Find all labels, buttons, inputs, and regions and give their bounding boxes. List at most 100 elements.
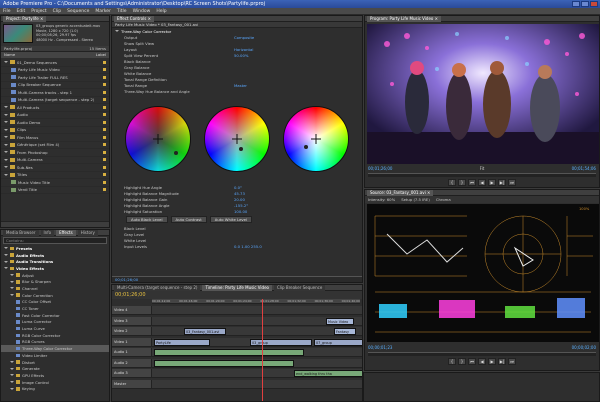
track-header[interactable]: Audio 2 xyxy=(112,358,152,367)
video-clip[interactable]: 03_Fantasy_001.avi xyxy=(184,328,226,335)
effect-controls-timecode[interactable]: 00;01;26;00 xyxy=(112,276,362,282)
effects-list-item[interactable]: Color Correction xyxy=(1,292,109,299)
clip-thumbnail[interactable] xyxy=(3,24,33,43)
tab-media-browser[interactable]: Media Browser xyxy=(3,230,39,236)
expand-triangle-icon[interactable] xyxy=(10,274,14,277)
menu-marker[interactable]: Marker xyxy=(95,8,111,14)
project-list-item[interactable]: Party Life Music Video xyxy=(1,67,109,74)
chroma-checkbox[interactable]: Chroma xyxy=(436,197,451,202)
effects-list-item[interactable]: Blur & Sharpen xyxy=(1,278,109,285)
intensity-control[interactable]: Intensity: 60% xyxy=(368,197,395,202)
menu-sequence[interactable]: Sequence xyxy=(67,8,89,14)
expand-triangle-icon[interactable] xyxy=(4,151,8,154)
menu-help[interactable]: Help xyxy=(156,8,166,14)
tab-effect-controls[interactable]: Effect Controls × xyxy=(114,16,154,22)
track-header[interactable]: Master xyxy=(112,379,152,388)
effects-list-item[interactable]: Fast Color Corrector xyxy=(1,312,109,319)
project-list-item[interactable]: From Photoshop xyxy=(1,149,109,157)
expand-triangle-icon[interactable] xyxy=(4,128,8,131)
parameter-value[interactable]: -155.2° xyxy=(234,203,248,208)
project-list-item[interactable]: Clip Breaker Sequence xyxy=(1,82,109,89)
track-header[interactable]: Video 1 xyxy=(112,337,152,346)
column-label[interactable]: Label xyxy=(96,52,106,58)
transport-button[interactable]: ◀ xyxy=(478,179,486,186)
parameter-value[interactable]: Master xyxy=(234,83,247,88)
parameter-value[interactable]: Horizontal xyxy=(234,47,253,52)
track-header[interactable]: Video 3 xyxy=(112,316,152,325)
auto-white-level-button[interactable]: Auto White Level xyxy=(209,216,253,223)
transport-button[interactable]: ◀ xyxy=(478,358,486,365)
tab-close-icon[interactable]: × xyxy=(435,16,438,21)
transport-button[interactable]: ⏭ xyxy=(508,179,516,186)
midtones-color-wheel[interactable] xyxy=(203,106,270,172)
maximize-button[interactable] xyxy=(581,1,589,7)
expand-triangle-icon[interactable] xyxy=(4,143,8,146)
transport-button[interactable]: } xyxy=(458,358,466,365)
timeline-current-time[interactable]: 00;01;26;00 xyxy=(115,292,146,298)
expand-triangle-icon[interactable] xyxy=(4,260,8,263)
auto-contrast-button[interactable]: Auto Contrast xyxy=(170,216,207,223)
expand-triangle-icon[interactable] xyxy=(10,361,14,364)
effects-list-item[interactable]: Image Control xyxy=(1,379,109,386)
tab-info[interactable]: Info xyxy=(40,230,55,236)
expand-triangle-icon[interactable] xyxy=(4,254,8,257)
expand-triangle-icon[interactable] xyxy=(4,61,8,64)
setup-checkbox[interactable]: Setup (7.5 IRE) xyxy=(401,197,430,202)
effects-list-item[interactable]: Video Limiter xyxy=(1,352,109,359)
effect-parameter-row[interactable]: Input Levels 0.0 1.00 255.0 xyxy=(112,243,362,249)
tab-clip-breaker[interactable]: Clip Breaker Sequence xyxy=(274,285,326,291)
expand-triangle-icon[interactable] xyxy=(10,280,14,283)
transport-button[interactable]: ⏮ xyxy=(468,179,476,186)
column-name[interactable]: Name xyxy=(4,52,15,58)
track-header[interactable]: Video 2 xyxy=(112,327,152,335)
program-video-frame[interactable] xyxy=(367,24,599,164)
track-header[interactable]: Video 4 xyxy=(112,306,152,314)
video-clip[interactable]: 03_group xyxy=(250,338,312,346)
timeline-playhead[interactable] xyxy=(262,299,263,401)
project-list-item[interactable]: Multi-Camera xyxy=(1,157,109,164)
project-list-item[interactable]: Titles xyxy=(1,172,109,179)
effects-list-item[interactable]: Distort xyxy=(1,359,109,366)
audio-clip[interactable] xyxy=(154,359,294,367)
expand-triangle-icon[interactable] xyxy=(10,381,14,384)
video-clip[interactable]: 07_group xyxy=(314,338,362,346)
effects-list-item[interactable]: Luma Curve xyxy=(1,325,109,332)
menu-edit[interactable]: Edit xyxy=(17,8,26,14)
tab-project[interactable]: Project: Partylife × xyxy=(3,16,47,22)
project-list-item[interactable]: Music Video Title xyxy=(1,179,109,187)
expand-triangle-icon[interactable] xyxy=(4,113,8,116)
effects-list-item[interactable]: Audio Transitions xyxy=(1,258,109,265)
expand-triangle-icon[interactable] xyxy=(10,367,14,370)
project-list-item[interactable]: All Products xyxy=(1,104,109,112)
program-zoom-select[interactable]: Fit xyxy=(480,166,485,172)
effects-list-item[interactable]: Presets xyxy=(1,245,109,252)
expand-triangle-icon[interactable] xyxy=(10,387,14,390)
tab-timeline-party-life[interactable]: Timeline: Party Life Music Video xyxy=(202,285,272,291)
effects-list-item[interactable]: RGB Curves xyxy=(1,339,109,346)
tab-program[interactable]: Program: Party Life Music Video × xyxy=(367,16,442,22)
track-header[interactable]: Audio 3 xyxy=(112,369,152,377)
effects-list-item[interactable]: CC Color Offset xyxy=(1,299,109,306)
expand-triangle-icon[interactable] xyxy=(115,30,119,32)
video-clip[interactable]: Fantasy xyxy=(334,328,356,335)
expand-triangle-icon[interactable] xyxy=(4,121,8,124)
menu-clip[interactable]: Clip xyxy=(53,8,62,14)
expand-triangle-icon[interactable] xyxy=(10,294,14,297)
audio-clip[interactable] xyxy=(154,349,304,356)
tab-close-icon[interactable]: × xyxy=(40,16,43,21)
wheel-balance-knob[interactable] xyxy=(173,151,178,155)
tab-close-icon[interactable]: × xyxy=(427,190,430,195)
effects-list-item[interactable]: Adjust xyxy=(1,272,109,279)
menu-window[interactable]: Window xyxy=(133,8,151,14)
tab-multi-camera[interactable]: Multi-Camera (target sequence - step 2) xyxy=(114,285,201,291)
project-list-item[interactable]: Multi-Camera tracks - step 1 xyxy=(1,89,109,97)
transport-button[interactable]: } xyxy=(458,179,466,186)
program-current-time[interactable]: 00;01;26;00 xyxy=(368,166,392,172)
expand-triangle-icon[interactable] xyxy=(4,136,8,139)
close-button[interactable] xyxy=(590,1,598,7)
parameter-value[interactable]: 45.73 xyxy=(234,191,245,196)
expand-triangle-icon[interactable] xyxy=(10,374,14,377)
tab-source[interactable]: Source: 03_Fantasy_001.avi × xyxy=(367,190,434,196)
wheel-balance-knob[interactable] xyxy=(304,145,309,149)
parameter-value[interactable]: 0.0° xyxy=(234,185,242,190)
